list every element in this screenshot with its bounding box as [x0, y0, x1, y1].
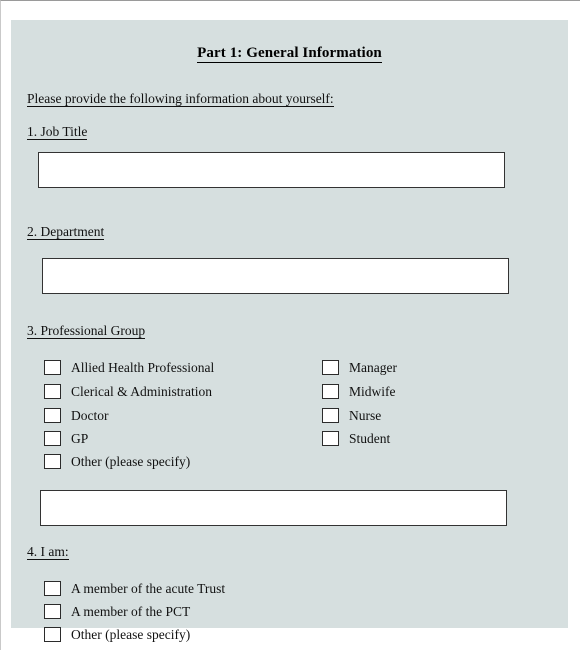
question-2-label: 2. Department [27, 224, 105, 240]
checkbox-icon[interactable] [44, 431, 61, 446]
page-title: Part 1: General Information [11, 45, 568, 63]
checkbox-row-member-acute-trust[interactable]: A member of the acute Trust [44, 581, 225, 596]
checkbox-label: Manager [349, 359, 397, 375]
question-2-label-text: 2. Department [27, 224, 105, 240]
checkbox-icon[interactable] [44, 408, 61, 423]
checkbox-label: Student [349, 430, 391, 446]
checkbox-label: Nurse [349, 407, 382, 423]
checkbox-icon[interactable] [322, 431, 339, 446]
question-3-label-text: 3. Professional Group [27, 323, 146, 339]
checkbox-icon[interactable] [322, 384, 339, 399]
intro-instruction: Please provide the following information… [27, 91, 334, 107]
checkbox-icon[interactable] [44, 384, 61, 399]
question-1-label: 1. Job Title [27, 124, 88, 140]
checkbox-row-student[interactable]: Student [322, 431, 390, 446]
checkbox-label: Allied Health Professional [71, 359, 215, 375]
checkbox-label: Other (please specify) [71, 626, 191, 642]
checkbox-row-manager[interactable]: Manager [322, 360, 397, 375]
checkbox-label: A member of the acute Trust [71, 580, 226, 596]
job-title-input[interactable] [38, 152, 505, 188]
checkbox-label: GP [71, 430, 89, 446]
checkbox-row-member-pct[interactable]: A member of the PCT [44, 604, 190, 619]
checkbox-label: Midwife [349, 383, 396, 399]
question-1-label-text: 1. Job Title [27, 124, 88, 140]
checkbox-icon[interactable] [44, 627, 61, 642]
checkbox-row-other-i-am[interactable]: Other (please specify) [44, 627, 190, 642]
checkbox-icon[interactable] [322, 360, 339, 375]
checkbox-label: Other (please specify) [71, 453, 191, 469]
checkbox-row-doctor[interactable]: Doctor [44, 408, 109, 423]
form-sheet: Part 1: General Information Please provi… [11, 20, 568, 642]
checkbox-row-nurse[interactable]: Nurse [322, 408, 381, 423]
question-3-label: 3. Professional Group [27, 323, 146, 339]
checkbox-label: A member of the PCT [71, 603, 191, 619]
checkbox-label: Clerical & Administration [71, 383, 212, 399]
checkbox-icon[interactable] [44, 604, 61, 619]
checkbox-label: Doctor [71, 407, 109, 423]
intro-instruction-text: Please provide the following information… [27, 91, 334, 107]
checkbox-icon[interactable] [44, 454, 61, 469]
checkbox-row-clerical-administration[interactable]: Clerical & Administration [44, 384, 212, 399]
department-input[interactable] [42, 258, 509, 294]
checkbox-icon[interactable] [44, 581, 61, 596]
checkbox-row-gp[interactable]: GP [44, 431, 88, 446]
checkbox-row-midwife[interactable]: Midwife [322, 384, 396, 399]
checkbox-icon[interactable] [44, 360, 61, 375]
checkbox-row-other-professional-group[interactable]: Other (please specify) [44, 454, 190, 469]
checkbox-row-allied-health-professional[interactable]: Allied Health Professional [44, 360, 214, 375]
question-4-label-text: 4. I am: [27, 544, 69, 560]
question-4-label: 4. I am: [27, 544, 69, 560]
page-title-text: Part 1: General Information [197, 45, 382, 63]
professional-group-other-specify-input[interactable] [40, 490, 507, 526]
checkbox-icon[interactable] [322, 408, 339, 423]
